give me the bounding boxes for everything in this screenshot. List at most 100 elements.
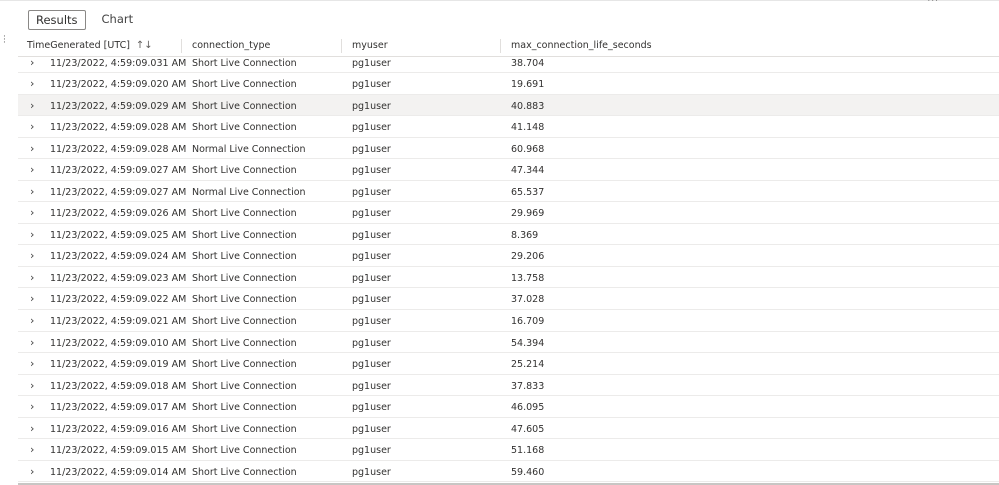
table-row[interactable]: › 11/23/2022, 4:59:09.020 AM Short Live Co… xyxy=(18,73,999,95)
cell-myuser: pg1user xyxy=(352,229,391,241)
table-row[interactable]: › 11/23/2022, 4:59:09.021 AM Short Live Co… xyxy=(18,310,999,332)
table-row[interactable]: › 11/23/2022, 4:59:09.016 AM Short Live Co… xyxy=(18,418,999,440)
table-row[interactable]: › 11/23/2022, 4:59:09.028 AM Normal Live C… xyxy=(18,138,999,160)
cell-myuser: pg1user xyxy=(352,58,391,69)
cell-time-generated: 11/23/2022, 4:59:09.022 AM xyxy=(50,294,187,306)
chevron-right-icon[interactable]: › xyxy=(30,443,34,456)
cell-connection-type: Short Live Connection xyxy=(192,272,297,284)
sort-icon[interactable]: ↑↓ xyxy=(136,40,153,51)
resize-handle-icon[interactable]: · · · xyxy=(3,33,7,48)
table-row[interactable]: › 11/23/2022, 4:59:09.026 AM Short Live Co… xyxy=(18,202,999,224)
cell-time-generated: 11/23/2022, 4:59:09.028 AM xyxy=(50,143,187,155)
cell-time-generated: 11/23/2022, 4:59:09.016 AM xyxy=(50,423,187,435)
table-row[interactable]: › 11/23/2022, 4:59:09.029 AM Short Live Co… xyxy=(18,94,999,117)
tab-chart[interactable]: Chart xyxy=(95,10,141,30)
cell-time-generated: 11/23/2022, 4:59:09.024 AM xyxy=(50,251,187,263)
cell-max-connection-life: 16.709 xyxy=(511,316,545,328)
chevron-right-icon[interactable]: › xyxy=(30,249,34,262)
cell-time-generated: 11/23/2022, 4:59:09.027 AM xyxy=(50,186,187,198)
cell-time-generated: 11/23/2022, 4:59:09.029 AM xyxy=(50,100,187,112)
table-row[interactable]: › 11/23/2022, 4:59:09.024 AM Short Live Co… xyxy=(18,245,999,267)
table-row[interactable]: › 11/23/2022, 4:59:09.019 AM Short Live Co… xyxy=(18,353,999,375)
table-row[interactable]: › 11/23/2022, 4:59:09.027 AM Short Live Co… xyxy=(18,159,999,181)
table-row[interactable]: › 11/23/2022, 4:59:09.023 AM Short Live Co… xyxy=(18,267,999,289)
cell-myuser: pg1user xyxy=(352,402,391,414)
cell-time-generated: 11/23/2022, 4:59:09.025 AM xyxy=(50,229,187,241)
column-header-max-connection-life[interactable]: max_connection_life_seconds xyxy=(511,40,652,51)
top-border xyxy=(0,0,999,3)
cell-max-connection-life: 51.168 xyxy=(511,445,545,457)
cell-time-generated: 11/23/2022, 4:59:09.020 AM xyxy=(50,79,187,90)
table-row[interactable]: › 11/23/2022, 4:59:09.027 AM Normal Live C… xyxy=(18,181,999,203)
cell-max-connection-life: 29.206 xyxy=(511,251,545,263)
column-header-time[interactable]: TimeGenerated [UTC] ↑↓ xyxy=(27,40,153,51)
cell-connection-type: Short Live Connection xyxy=(192,380,297,392)
column-header-myuser[interactable]: myuser xyxy=(352,40,388,51)
cell-connection-type: Short Live Connection xyxy=(192,122,297,134)
cell-time-generated: 11/23/2022, 4:59:09.017 AM xyxy=(50,402,187,414)
chevron-right-icon[interactable]: › xyxy=(30,336,34,349)
chevron-right-icon[interactable]: › xyxy=(30,120,34,133)
chevron-right-icon[interactable]: › xyxy=(30,465,34,478)
cell-max-connection-life: 60.968 xyxy=(511,143,545,155)
cell-time-generated: 11/23/2022, 4:59:09.031 AM xyxy=(50,58,187,69)
chevron-right-icon[interactable]: › xyxy=(30,314,34,327)
table-row[interactable]: › 11/23/2022, 4:59:09.031 AM Short Live Co… xyxy=(18,56,999,73)
table-row[interactable]: › 11/23/2022, 4:59:09.010 AM Short Live Co… xyxy=(18,332,999,354)
cell-time-generated: 11/23/2022, 4:59:09.015 AM xyxy=(50,445,187,457)
cell-max-connection-life: 25.214 xyxy=(511,359,545,371)
cell-connection-type: Normal Live Connection xyxy=(192,186,306,198)
cell-max-connection-life: 40.883 xyxy=(511,100,545,112)
chevron-right-icon[interactable]: › xyxy=(30,185,34,198)
table-row[interactable]: › 11/23/2022, 4:59:09.025 AM Short Live Co… xyxy=(18,224,999,246)
cell-connection-type: Short Live Connection xyxy=(192,79,297,90)
chevron-right-icon[interactable]: › xyxy=(30,163,34,176)
result-tabs: Results Chart xyxy=(28,9,140,31)
table-row[interactable]: › 11/23/2022, 4:59:09.028 AM Short Live Co… xyxy=(18,116,999,138)
chevron-right-icon[interactable]: › xyxy=(30,357,34,370)
table-row[interactable]: › 11/23/2022, 4:59:09.017 AM Short Live Co… xyxy=(18,396,999,418)
chevron-right-icon[interactable]: › xyxy=(30,56,34,69)
cell-connection-type: Short Live Connection xyxy=(192,316,297,328)
cell-time-generated: 11/23/2022, 4:59:09.028 AM xyxy=(50,122,187,134)
chevron-right-icon[interactable]: › xyxy=(30,228,34,241)
cell-time-generated: 11/23/2022, 4:59:09.019 AM xyxy=(50,359,187,371)
chevron-right-icon[interactable]: › xyxy=(30,142,34,155)
cell-myuser: pg1user xyxy=(352,337,391,349)
table-row[interactable]: › 11/23/2022, 4:59:09.022 AM Short Live Co… xyxy=(18,288,999,311)
cell-max-connection-life: 38.704 xyxy=(511,58,545,69)
chevron-right-icon[interactable]: › xyxy=(30,292,34,305)
column-divider[interactable] xyxy=(341,39,342,53)
cell-time-generated: 11/23/2022, 4:59:09.026 AM xyxy=(50,208,187,220)
cell-myuser: pg1user xyxy=(352,359,391,371)
results-grid: TimeGenerated [UTC] ↑↓ connection_type my… xyxy=(18,35,999,483)
cell-connection-type: Short Live Connection xyxy=(192,445,297,457)
cell-myuser: pg1user xyxy=(352,165,391,177)
chevron-right-icon[interactable]: › xyxy=(30,400,34,413)
chevron-right-icon[interactable]: › xyxy=(30,271,34,284)
table-row[interactable]: › 11/23/2022, 4:59:09.015 AM Short Live Co… xyxy=(18,439,999,461)
chevron-right-icon[interactable]: › xyxy=(30,99,34,112)
cell-max-connection-life: 65.537 xyxy=(511,186,545,198)
cell-myuser: pg1user xyxy=(352,445,391,457)
more-options-icon[interactable]: ... xyxy=(927,0,939,4)
chevron-right-icon[interactable]: › xyxy=(30,77,34,90)
cell-connection-type: Short Live Connection xyxy=(192,58,297,69)
cell-connection-type: Short Live Connection xyxy=(192,466,297,478)
cell-myuser: pg1user xyxy=(352,122,391,134)
cell-myuser: pg1user xyxy=(352,186,391,198)
column-divider[interactable] xyxy=(500,39,501,53)
cell-myuser: pg1user xyxy=(352,208,391,220)
table-row[interactable]: › 11/23/2022, 4:59:09.014 AM Short Live Co… xyxy=(18,461,999,483)
chevron-right-icon[interactable]: › xyxy=(30,422,34,435)
column-divider[interactable] xyxy=(181,39,182,53)
chevron-right-icon[interactable]: › xyxy=(30,379,34,392)
chevron-right-icon[interactable]: › xyxy=(30,206,34,219)
tab-results[interactable]: Results xyxy=(28,10,86,30)
column-header-connection-type[interactable]: connection_type xyxy=(192,40,270,51)
cell-connection-type: Short Live Connection xyxy=(192,294,297,306)
table-row[interactable]: › 11/23/2022, 4:59:09.018 AM Short Live Co… xyxy=(18,375,999,397)
cell-myuser: pg1user xyxy=(352,466,391,478)
cell-connection-type: Short Live Connection xyxy=(192,251,297,263)
cell-connection-type: Short Live Connection xyxy=(192,423,297,435)
